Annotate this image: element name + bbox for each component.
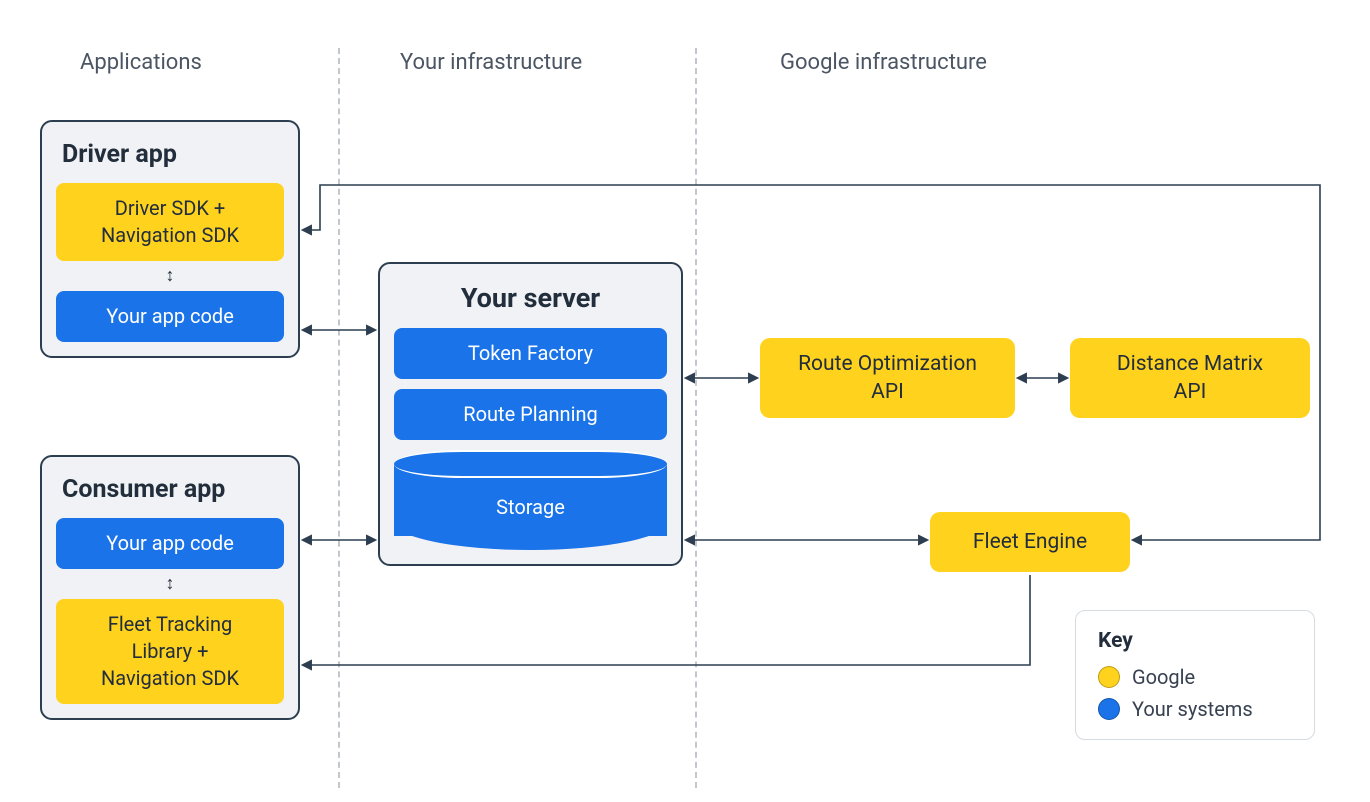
driver-app-card: Driver app Driver SDK + Navigation SDK ↕… [40, 120, 300, 358]
legend-row-your-systems: Your systems [1098, 697, 1292, 721]
divider-your-google [695, 48, 697, 788]
distance-matrix-api-box: Distance Matrix API [1070, 338, 1310, 418]
driver-app-code-box: Your app code [56, 291, 284, 342]
route-optimization-api-box: Route Optimization API [760, 338, 1015, 418]
consumer-app-code-box: Your app code [56, 518, 284, 569]
legend-your-systems-label: Your systems [1132, 697, 1253, 721]
legend-title: Key [1098, 629, 1292, 653]
legend-row-google: Google [1098, 665, 1292, 689]
your-server-card: Your server Token Factory Route Planning… [378, 262, 683, 566]
section-applications: Applications [80, 50, 202, 75]
divider-apps-infra [338, 48, 340, 788]
bi-arrow-icon: ↕ [56, 267, 284, 285]
consumer-app-card: Consumer app Your app code ↕ Fleet Track… [40, 455, 300, 720]
driver-sdk-box: Driver SDK + Navigation SDK [56, 183, 284, 261]
section-your-infrastructure: Your infrastructure [400, 50, 582, 75]
consumer-app-title: Consumer app [56, 475, 284, 504]
driver-app-title: Driver app [56, 140, 284, 169]
legend-key: Key Google Your systems [1075, 610, 1315, 740]
bi-arrow-icon: ↕ [56, 575, 284, 593]
your-server-title: Your server [394, 282, 667, 314]
section-google-infrastructure: Google infrastructure [780, 50, 987, 75]
storage-cylinder: Storage [394, 450, 667, 550]
fleet-engine-box: Fleet Engine [930, 512, 1130, 572]
route-planning-box: Route Planning [394, 389, 667, 440]
swatch-yellow-icon [1098, 666, 1120, 688]
swatch-blue-icon [1098, 698, 1120, 720]
storage-label: Storage [394, 495, 667, 519]
legend-google-label: Google [1132, 665, 1195, 689]
consumer-lib-box: Fleet Tracking Library + Navigation SDK [56, 599, 284, 704]
token-factory-box: Token Factory [394, 328, 667, 379]
